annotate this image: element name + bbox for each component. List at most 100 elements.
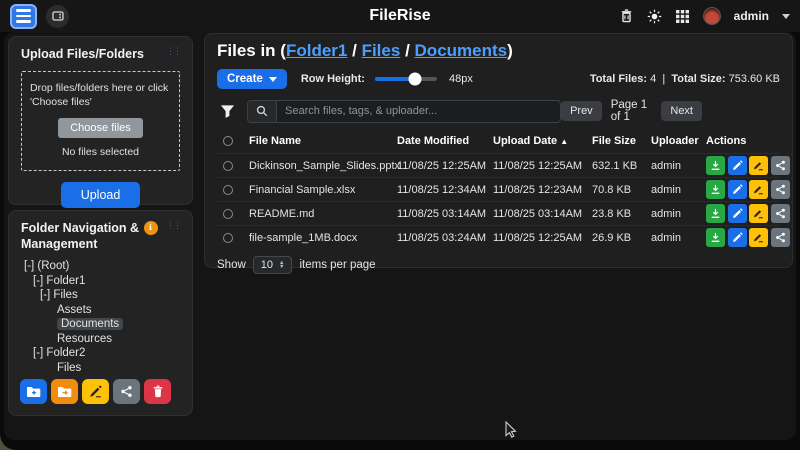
tree-item-folder2[interactable]: [-] Folder2	[21, 346, 180, 361]
row-checkbox[interactable]	[223, 185, 233, 195]
upload-button[interactable]: Upload	[61, 182, 141, 208]
choose-files-button[interactable]: Choose files	[58, 118, 143, 138]
upload-card-title: Upload Files/Folders	[21, 47, 144, 63]
breadcrumb-documents[interactable]: Documents	[415, 41, 508, 60]
file-name[interactable]: README.md	[249, 208, 397, 220]
row-checkbox[interactable]	[223, 233, 233, 243]
table-row[interactable]: README.md 11/08/25 03:14AM 11/08/25 03:1…	[217, 201, 780, 225]
col-upload-date[interactable]: Upload Date▲	[493, 135, 592, 147]
file-name[interactable]: file-sample_1MB.docx	[249, 232, 397, 244]
create-folder-button[interactable]	[20, 379, 47, 404]
prev-page-button[interactable]: Prev	[561, 101, 602, 121]
apps-grid-icon[interactable]	[675, 9, 690, 24]
date-modified: 11/08/25 03:14AM	[397, 208, 493, 220]
trash-icon[interactable]	[619, 9, 634, 24]
date-modified: 11/08/25 03:24AM	[397, 232, 493, 244]
uploader: admin	[651, 208, 706, 220]
page-size-select[interactable]: 10 ▲▼	[253, 256, 293, 274]
content-area: Upload Files/Folders ⋮⋮ Drop files/folde…	[4, 32, 796, 440]
breadcrumb-files[interactable]: Files	[362, 41, 401, 60]
file-size: 632.1 KB	[592, 160, 651, 172]
table-row[interactable]: Dickinson_Sample_Slides.pptx 11/08/25 12…	[217, 153, 780, 177]
move-folder-button[interactable]	[51, 379, 78, 404]
tree-item-documents-selected[interactable]: Documents	[21, 317, 180, 332]
col-actions: Actions	[706, 135, 778, 147]
tree-item-files[interactable]: [-] Files	[21, 288, 180, 303]
totals-summary: Total Files: 4 | Total Size: 753.60 KB	[590, 73, 780, 85]
tag-edit-button[interactable]	[749, 204, 768, 223]
no-files-selected-text: No files selected	[30, 146, 171, 158]
info-icon[interactable]: i	[144, 221, 158, 235]
show-label: Show	[217, 259, 246, 271]
table-row[interactable]: file-sample_1MB.docx 11/08/25 03:24AM 11…	[217, 225, 780, 249]
search-icon[interactable]	[248, 101, 277, 122]
tag-edit-button[interactable]	[749, 180, 768, 199]
rename-folder-button[interactable]	[82, 379, 109, 404]
share-button[interactable]	[771, 156, 790, 175]
drag-handle-icon[interactable]: ⋮⋮	[166, 47, 180, 56]
tree-item-resources[interactable]: Resources	[21, 332, 180, 347]
date-modified: 11/08/25 12:34AM	[397, 184, 493, 196]
file-list-panel: Files in (Folder1 / Files / Documents) C…	[204, 33, 793, 268]
sort-asc-icon: ▲	[560, 137, 568, 146]
tag-edit-button[interactable]	[749, 156, 768, 175]
edit-button[interactable]	[728, 156, 747, 175]
tree-item-folder1[interactable]: [-] Folder1	[21, 274, 180, 289]
top-bar: FileRise admin	[0, 0, 800, 32]
table-header: File Name Date Modified Upload Date▲ Fil…	[217, 128, 780, 153]
next-page-button[interactable]: Next	[661, 101, 702, 121]
upload-card: Upload Files/Folders ⋮⋮ Drop files/folde…	[8, 36, 193, 205]
pagination: Prev Page 1 of 1 Next	[561, 99, 702, 123]
row-height-value: 48px	[449, 73, 473, 85]
upload-date: 11/08/25 12:25AM	[493, 232, 592, 244]
breadcrumb-folder1[interactable]: Folder1	[286, 41, 347, 60]
edit-button[interactable]	[728, 204, 747, 223]
user-name[interactable]: admin	[734, 9, 769, 23]
share-button[interactable]	[771, 228, 790, 247]
download-button[interactable]	[706, 204, 725, 223]
col-date-modified[interactable]: Date Modified	[397, 135, 493, 147]
row-actions	[706, 180, 790, 199]
select-all-checkbox[interactable]	[223, 136, 233, 146]
title-prefix: Files in (	[217, 41, 286, 60]
theme-sun-icon[interactable]	[647, 9, 662, 24]
folder-actions-toolbar	[20, 379, 171, 404]
share-folder-button[interactable]	[113, 379, 140, 404]
tree-item-root[interactable]: [-] (Root)	[21, 259, 180, 274]
row-height-slider[interactable]	[375, 77, 437, 81]
date-modified: 11/08/25 12:25AM	[397, 160, 493, 172]
col-file-name[interactable]: File Name	[249, 135, 397, 147]
tag-edit-button[interactable]	[749, 228, 768, 247]
table-row[interactable]: Financial Sample.xlsx 11/08/25 12:34AM 1…	[217, 177, 780, 201]
filter-icon[interactable]	[220, 104, 235, 119]
file-name[interactable]: Dickinson_Sample_Slides.pptx	[249, 160, 397, 172]
upload-list-menu-icon[interactable]	[10, 4, 37, 29]
file-dropzone[interactable]: Drop files/folders here or click 'Choose…	[21, 71, 180, 171]
col-file-size[interactable]: File Size	[592, 135, 651, 147]
slider-thumb[interactable]	[408, 73, 421, 86]
delete-folder-button[interactable]	[144, 379, 171, 404]
user-menu-caret-icon[interactable]	[782, 14, 790, 19]
row-checkbox[interactable]	[223, 161, 233, 171]
tree-item-assets[interactable]: Assets	[21, 303, 180, 318]
download-button[interactable]	[706, 180, 725, 199]
file-name[interactable]: Financial Sample.xlsx	[249, 184, 397, 196]
download-button[interactable]	[706, 228, 725, 247]
edit-button[interactable]	[728, 228, 747, 247]
row-height-label: Row Height:	[301, 73, 365, 85]
drag-handle-icon[interactable]: ⋮⋮	[166, 221, 180, 230]
upload-date: 11/08/25 12:25AM	[493, 160, 592, 172]
tree-item-folder2-files[interactable]: Files	[21, 361, 180, 376]
search-input[interactable]	[277, 101, 560, 122]
share-button[interactable]	[771, 204, 790, 223]
share-button[interactable]	[771, 180, 790, 199]
edit-button[interactable]	[728, 180, 747, 199]
search-group	[247, 100, 561, 123]
panel-toggle-icon[interactable]	[46, 5, 69, 28]
col-uploader[interactable]: Uploader	[651, 135, 706, 147]
download-button[interactable]	[706, 156, 725, 175]
row-checkbox[interactable]	[223, 209, 233, 219]
folder-navigation-card: Folder Navigation & Management i ⋮⋮ [-] …	[8, 210, 193, 416]
create-button[interactable]: Create	[217, 69, 287, 89]
user-avatar[interactable]	[703, 7, 721, 25]
